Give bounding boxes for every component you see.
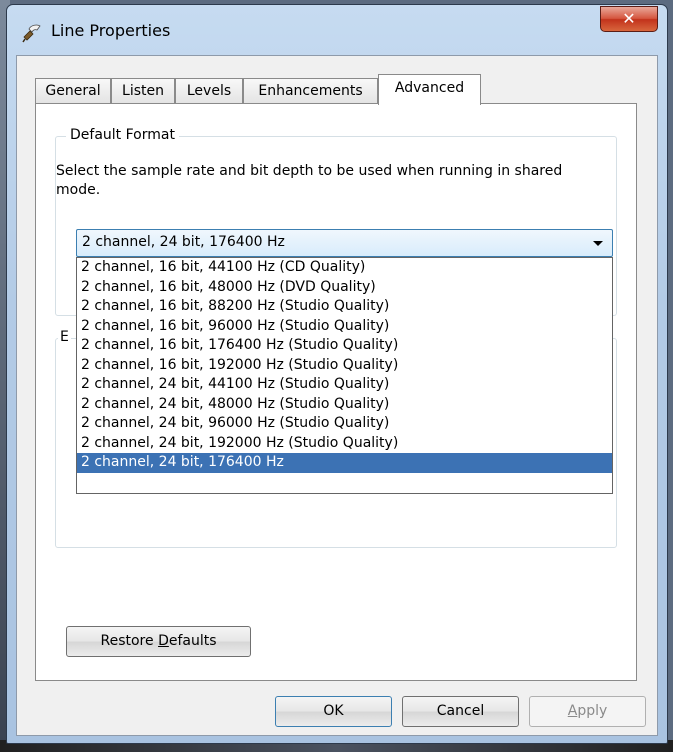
restore-defaults-label-prefix: Restore <box>100 633 159 649</box>
apply-button[interactable]: Apply <box>529 696 646 727</box>
default-format-description: Select the sample rate and bit depth to … <box>56 163 563 198</box>
format-options-list[interactable]: 2 channel, 16 bit, 44100 Hz (CD Quality)… <box>76 257 613 494</box>
restore-defaults-accelerator: D <box>158 633 169 649</box>
format-option-highlighted[interactable]: 2 channel, 24 bit, 176400 Hz <box>77 453 612 473</box>
cancel-button[interactable]: Cancel <box>402 696 519 727</box>
format-option[interactable]: 2 channel, 16 bit, 44100 Hz (CD Quality) <box>77 258 612 278</box>
format-option[interactable]: 2 channel, 16 bit, 96000 Hz (Studio Qual… <box>77 317 612 337</box>
default-format-dropdown[interactable]: 2 channel, 24 bit, 176400 Hz <box>76 229 613 257</box>
apply-accelerator: A <box>567 703 578 719</box>
tab-levels[interactable]: Levels <box>175 78 243 104</box>
default-format-group-title: Default Format <box>66 127 179 143</box>
format-option[interactable]: 2 channel, 24 bit, 48000 Hz (Studio Qual… <box>77 395 612 415</box>
format-option[interactable]: 2 channel, 16 bit, 176400 Hz (Studio Qua… <box>77 336 612 356</box>
restore-defaults-button[interactable]: Restore Defaults <box>66 626 251 657</box>
advanced-tab-panel: Default Format Select the sample rate an… <box>35 103 637 681</box>
exclusive-mode-group-title: E <box>58 329 71 345</box>
format-option[interactable]: 2 channel, 24 bit, 44100 Hz (Studio Qual… <box>77 375 612 395</box>
chevron-down-icon[interactable] <box>593 241 603 246</box>
title-bar[interactable]: Line Properties ✕ <box>7 5 667 55</box>
default-format-selected-value: 2 channel, 24 bit, 176400 Hz <box>82 234 285 250</box>
tab-listen[interactable]: Listen <box>111 78 175 104</box>
format-option[interactable]: 2 channel, 16 bit, 88200 Hz (Studio Qual… <box>77 297 612 317</box>
ok-button[interactable]: OK <box>275 696 392 727</box>
tab-advanced[interactable]: Advanced <box>378 74 481 105</box>
tab-enhancements[interactable]: Enhancements <box>243 78 378 104</box>
window-title: Line Properties <box>51 21 171 40</box>
format-option[interactable]: 2 channel, 24 bit, 96000 Hz (Studio Qual… <box>77 414 612 434</box>
format-option[interactable]: 2 channel, 16 bit, 48000 Hz (DVD Quality… <box>77 278 612 298</box>
dialog-client-area: General Listen Levels Enhancements Advan… <box>16 55 658 736</box>
restore-defaults-label-suffix: efaults <box>168 633 217 649</box>
close-button[interactable]: ✕ <box>600 6 658 32</box>
format-option[interactable]: 2 channel, 16 bit, 192000 Hz (Studio Qua… <box>77 356 612 376</box>
format-option[interactable]: 2 channel, 24 bit, 192000 Hz (Studio Qua… <box>77 434 612 454</box>
tab-general[interactable]: General <box>35 78 111 104</box>
speaker-line-icon <box>22 24 41 43</box>
apply-label-suffix: pply <box>577 703 608 719</box>
line-properties-window: Line Properties ✕ General Listen Levels … <box>6 4 668 744</box>
close-icon: ✕ <box>622 9 636 28</box>
